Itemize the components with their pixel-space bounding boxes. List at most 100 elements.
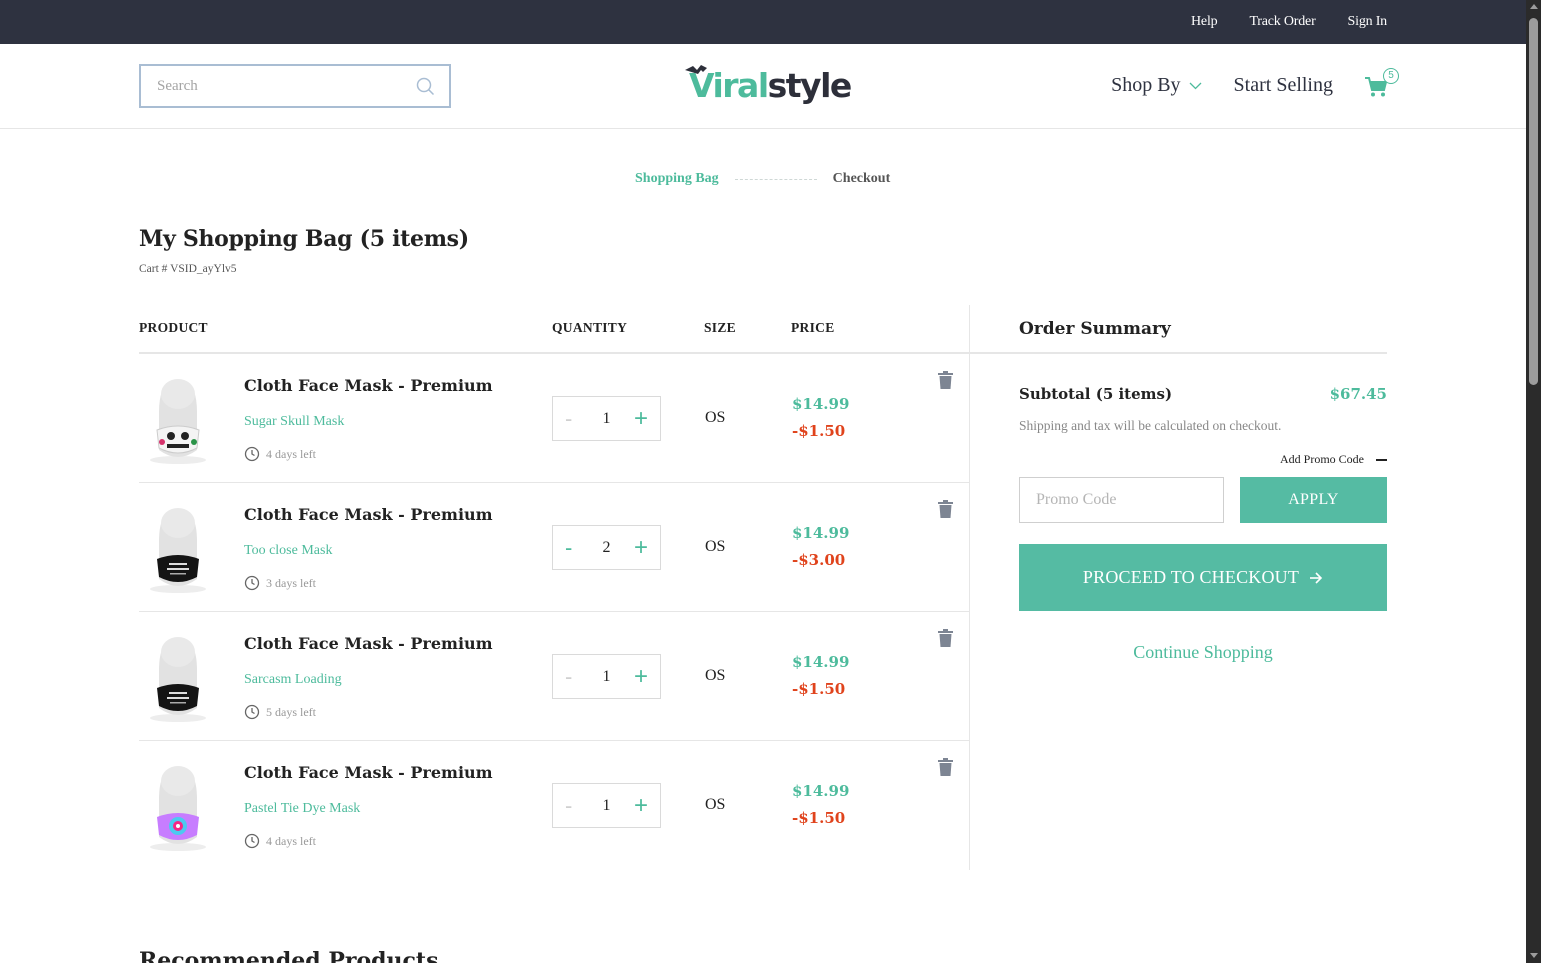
proceed-to-checkout-button[interactable]: PROCEED TO CHECKOUT [1019,544,1387,611]
product-image[interactable] [145,501,211,593]
days-left-text: 3 days left [266,575,316,590]
cart-item-row: Cloth Face Mask - Premium Sarcasm Loadin… [139,612,970,741]
clock-icon [244,833,260,849]
cart-table-header: PRODUCT QUANTITY SIZE PRICE [139,305,970,354]
order-summary-title: Order Summary [1019,319,1171,339]
column-size: SIZE [704,320,736,335]
start-selling-link[interactable]: Start Selling [1234,74,1333,97]
quantity-stepper: - 1 + [552,396,661,441]
quantity-stepper: - 2 + [552,525,661,570]
item-price: $14.99 [792,524,850,542]
promo-code-toggle[interactable]: Add Promo Code [1280,452,1387,467]
item-discount: -$1.50 [792,809,846,827]
cart-count-badge: 5 [1383,68,1399,84]
item-price: $14.99 [792,653,850,671]
track-order-link[interactable]: Track Order [1249,14,1315,30]
product-image[interactable] [145,372,211,464]
page-scrollbar[interactable] [1526,0,1541,963]
item-size: OS [705,796,726,813]
product-design-link[interactable]: Sugar Skull Mask [244,414,344,430]
trash-icon[interactable] [938,629,953,651]
product-name[interactable]: Cloth Face Mask - Premium [244,763,493,782]
cart-item-row: Cloth Face Mask - Premium Sugar Skull Ma… [139,354,970,483]
promo-toggle-label: Add Promo Code [1280,452,1364,466]
increase-quantity-button[interactable]: + [634,534,648,562]
minus-icon [1376,458,1387,461]
column-product: PRODUCT [139,320,208,335]
scrollbar-thumb[interactable] [1529,18,1538,385]
quantity-stepper: - 1 + [552,783,661,828]
days-left: 4 days left [244,833,316,849]
main-nav: Shop By Start Selling [1111,74,1333,97]
cart-button[interactable]: 5 [1364,68,1400,102]
continue-shopping-link[interactable]: Continue Shopping [1019,642,1387,663]
item-discount: -$3.00 [792,551,846,569]
days-left: 5 days left [244,704,316,720]
scroll-up-arrow[interactable] [1530,4,1538,9]
top-bar: Help Track Order Sign In [0,0,1526,44]
arrow-right-icon [1310,571,1323,584]
step-shopping-bag: Shopping Bag [635,171,719,186]
promo-code-input[interactable] [1019,477,1224,523]
decrease-quantity-button[interactable]: - [565,535,579,561]
increase-quantity-button[interactable]: + [634,792,648,820]
search-box [139,64,451,108]
item-size: OS [705,409,726,426]
days-left-text: 4 days left [266,833,316,848]
logo-text: Viralstyle [689,66,852,105]
product-name[interactable]: Cloth Face Mask - Premium [244,505,493,524]
checkout-steps: Shopping Bag Checkout [635,171,890,187]
quantity-value[interactable]: 1 [602,797,610,815]
product-image[interactable] [145,630,211,722]
product-image[interactable] [145,759,211,851]
recommended-products-heading: Recommended Products [139,948,439,963]
increase-quantity-button[interactable]: + [634,405,648,433]
decrease-quantity-button[interactable]: - [565,793,579,819]
cart-item-row: Cloth Face Mask - Premium Too close Mask… [139,483,970,612]
product-design-link[interactable]: Pastel Tie Dye Mask [244,801,360,817]
decrease-quantity-button[interactable]: - [565,664,579,690]
checkout-label: PROCEED TO CHECKOUT [1082,567,1300,587]
clock-icon [244,704,260,720]
product-design-link[interactable]: Too close Mask [244,543,332,559]
top-links: Help Track Order Sign In [1191,0,1387,44]
search-icon[interactable] [416,77,435,100]
shop-by-menu[interactable]: Shop By [1111,74,1202,97]
product-design-link[interactable]: Sarcasm Loading [244,672,342,688]
increase-quantity-button[interactable]: + [634,663,648,691]
chevron-down-icon [1189,82,1202,89]
column-price: PRICE [791,320,835,335]
item-price: $14.99 [792,782,850,800]
subtotal-value: $67.45 [1329,385,1387,403]
subtotal-label: Subtotal (5 items) [1019,385,1173,403]
apply-promo-button[interactable]: APPLY [1240,477,1387,523]
item-size: OS [705,667,726,684]
quantity-stepper: - 1 + [552,654,661,699]
product-name[interactable]: Cloth Face Mask - Premium [244,634,493,653]
viralstyle-logo[interactable]: Viralstyle [683,62,852,110]
product-name[interactable]: Cloth Face Mask - Premium [244,376,493,395]
step-checkout: Checkout [832,171,891,186]
trash-icon[interactable] [938,758,953,780]
shop-by-label: Shop By [1111,74,1181,96]
step-divider [734,178,817,180]
clock-icon [244,575,260,591]
start-selling-label: Start Selling [1233,74,1333,96]
days-left-text: 5 days left [266,704,316,719]
cart-item-row: Cloth Face Mask - Premium Pastel Tie Dye… [139,741,970,870]
decrease-quantity-button[interactable]: - [565,406,579,432]
site-header: Viralstyle Shop By Start Selling 5 [0,44,1526,129]
quantity-value[interactable]: 1 [602,668,610,686]
item-discount: -$1.50 [792,422,846,440]
help-link[interactable]: Help [1191,14,1218,30]
quantity-value[interactable]: 2 [602,539,610,557]
item-price: $14.99 [792,395,850,413]
order-summary-header: Order Summary [970,305,1387,354]
search-input[interactable] [157,66,407,106]
scroll-down-arrow[interactable] [1530,953,1538,958]
trash-icon[interactable] [938,371,953,393]
trash-icon[interactable] [938,500,953,522]
sign-in-link[interactable]: Sign In [1348,14,1388,30]
page-title: My Shopping Bag (5 items) [139,226,469,252]
quantity-value[interactable]: 1 [602,410,610,428]
